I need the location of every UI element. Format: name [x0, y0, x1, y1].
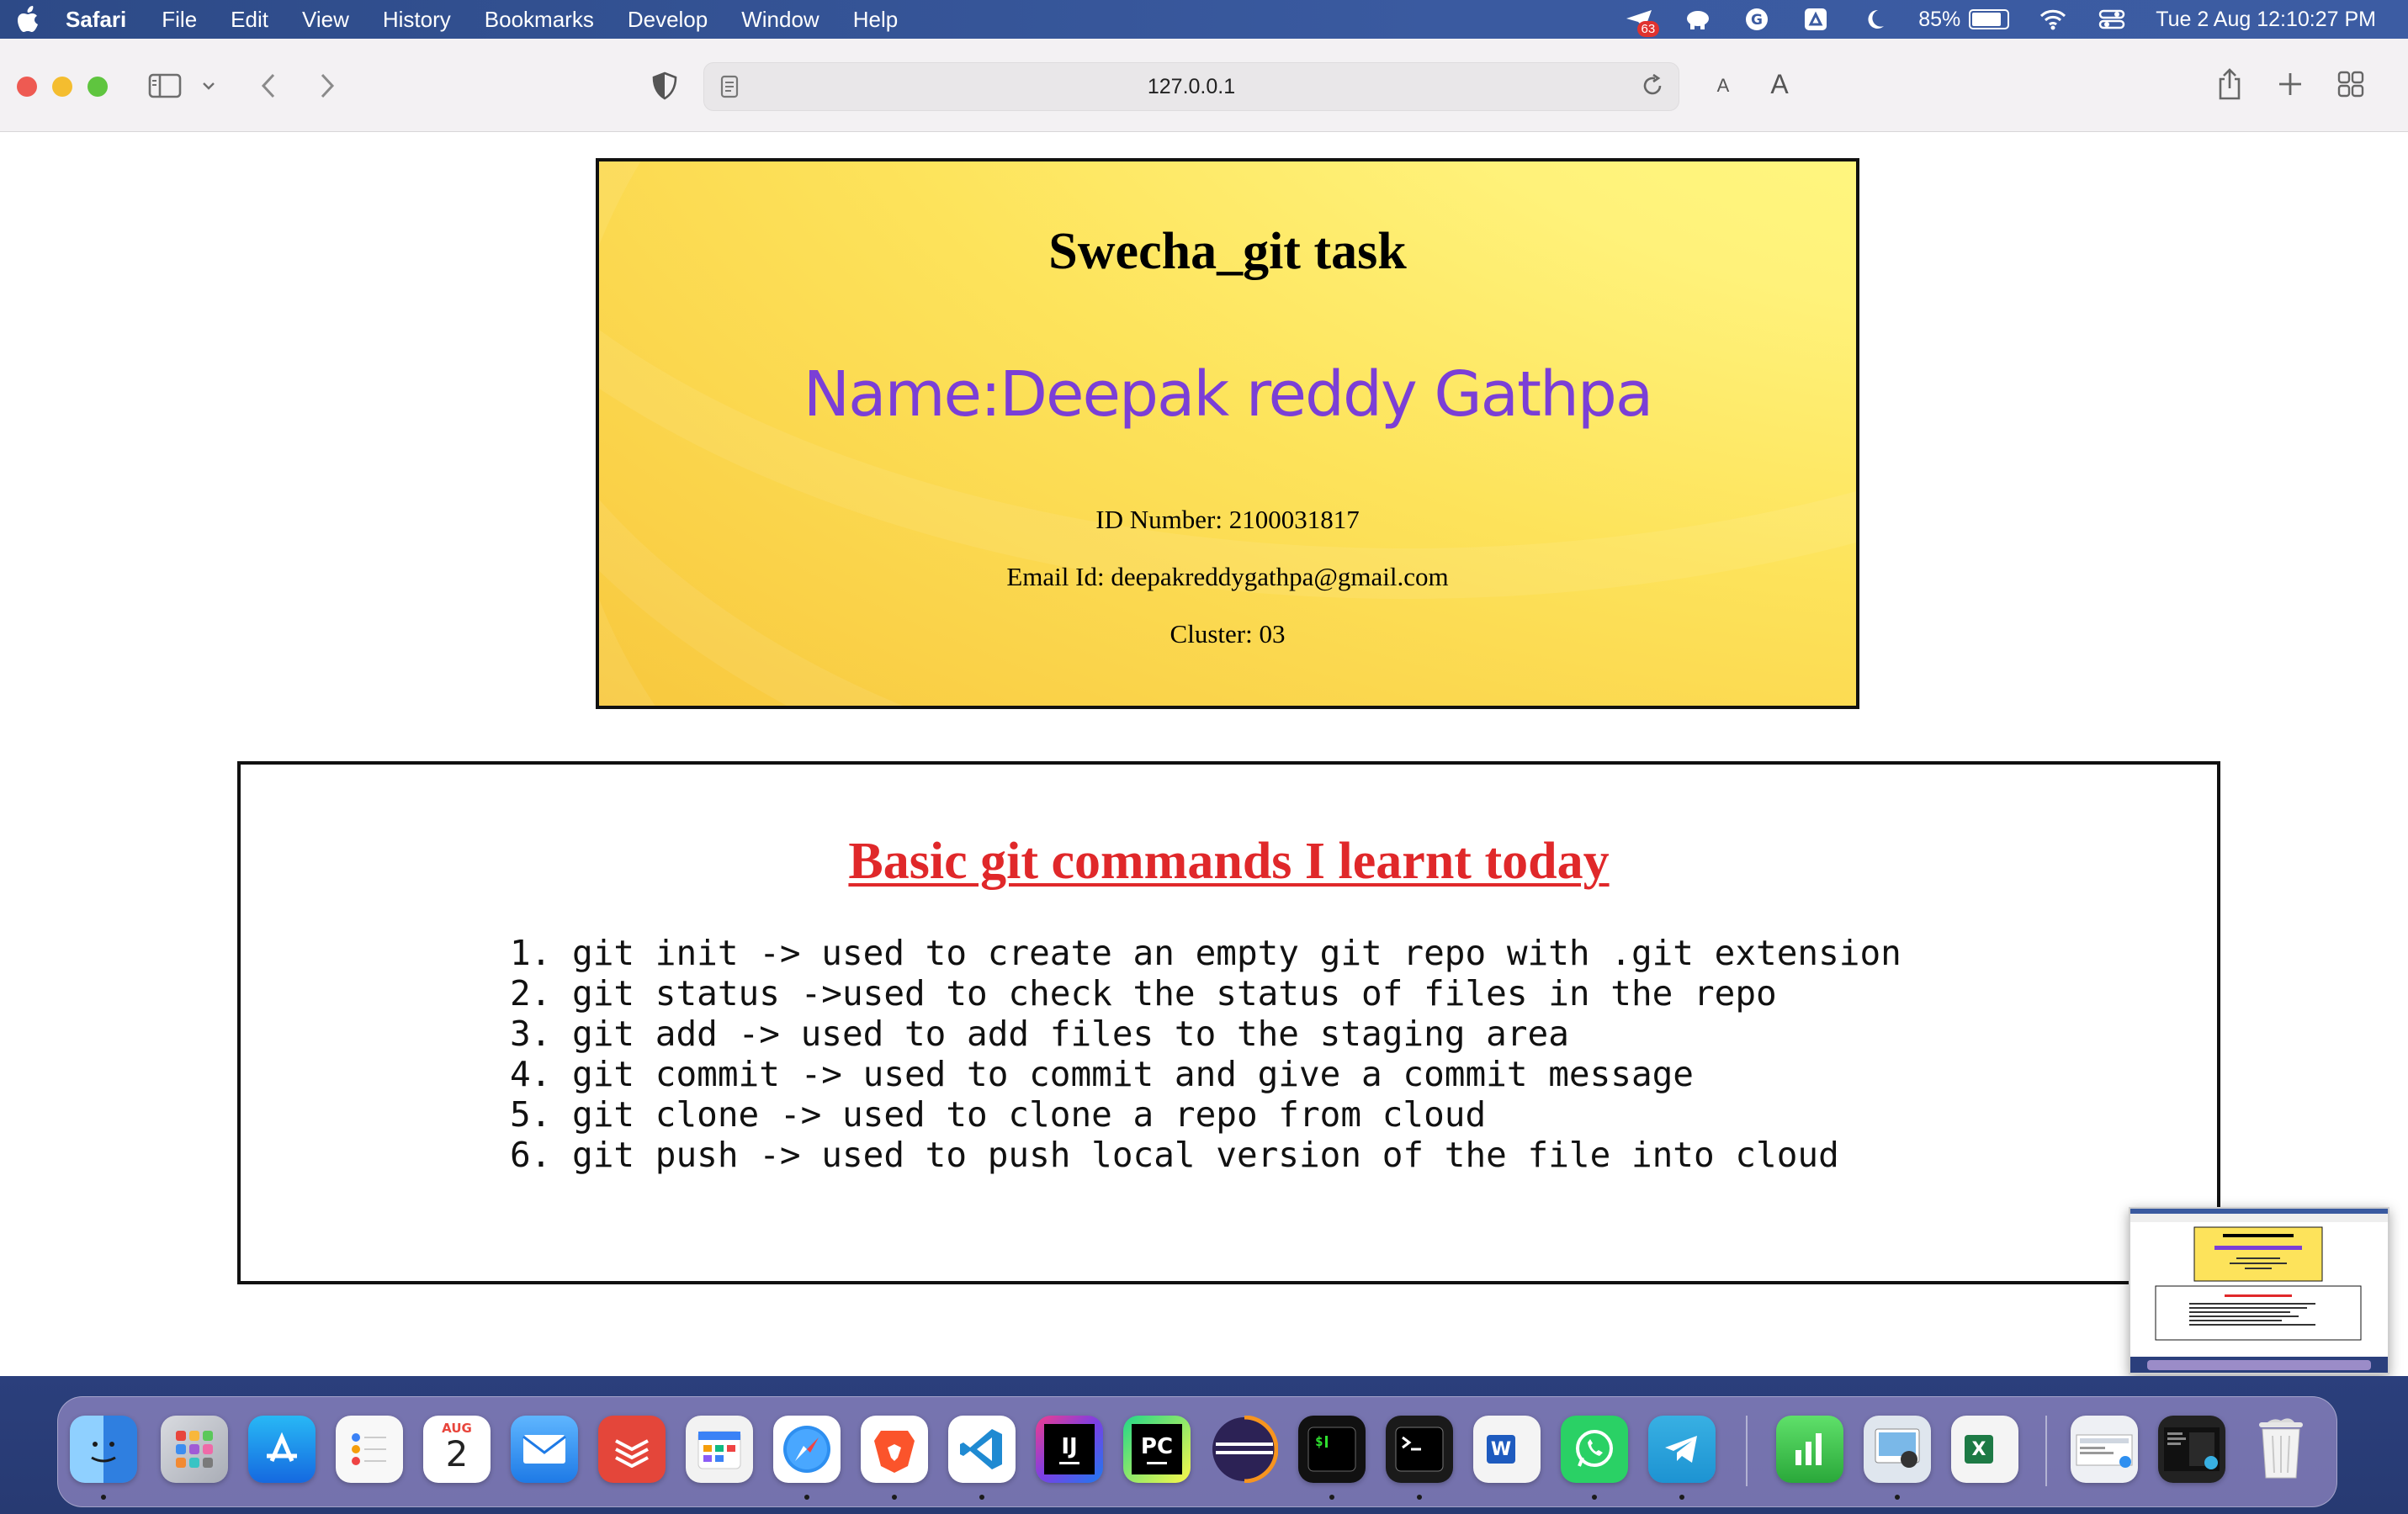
- vscode-icon[interactable]: [948, 1416, 1016, 1483]
- close-window-button[interactable]: [17, 77, 37, 97]
- dock: AUG 2 IJ PC $ W X: [57, 1396, 2337, 1507]
- commands-list: 1. git init -> used to create an empty g…: [510, 933, 1901, 1175]
- elephant-app-icon[interactable]: [1683, 7, 1713, 32]
- menubar-clock[interactable]: Tue 2 Aug 12:10:27 PM: [2156, 8, 2376, 32]
- commands-heading: Basic git commands I learnt today: [848, 833, 1610, 890]
- sidebar-toggle-icon[interactable]: [146, 69, 183, 103]
- privacy-shield-icon[interactable]: [648, 69, 682, 103]
- menu-bookmarks[interactable]: Bookmarks: [485, 7, 594, 33]
- screenshot-thumbnail[interactable]: [2129, 1207, 2389, 1374]
- student-name: Name:Deepak reddy Gathpa: [803, 358, 1654, 431]
- back-icon[interactable]: [254, 69, 283, 103]
- menu-develop[interactable]: Develop: [628, 7, 708, 33]
- tab-overview-icon[interactable]: [2336, 69, 2366, 99]
- commands-card: Basic git commands I learnt today 1. git…: [237, 761, 2220, 1284]
- preview-icon[interactable]: [1864, 1416, 1931, 1483]
- menu-app-safari[interactable]: Safari: [66, 7, 126, 33]
- share-icon[interactable]: [2213, 64, 2246, 104]
- word-label: W: [1487, 1435, 1515, 1464]
- grammarly-icon[interactable]: G: [1742, 7, 1772, 32]
- telegram-icon[interactable]: [1648, 1416, 1716, 1483]
- battery-percent: 85%: [1918, 7, 1961, 31]
- mail-icon[interactable]: [511, 1416, 578, 1483]
- svg-text:$: $: [1315, 1433, 1323, 1449]
- whatsapp-icon[interactable]: [1561, 1416, 1628, 1483]
- menu-bar: Safari File Edit View History Bookmarks …: [0, 0, 2408, 39]
- recent-window-icon[interactable]: [2158, 1416, 2225, 1483]
- launchpad-icon[interactable]: [161, 1416, 228, 1483]
- increase-font-button[interactable]: A: [1765, 67, 1794, 101]
- new-tab-icon[interactable]: [2275, 69, 2305, 99]
- battery-status[interactable]: 85%: [1918, 7, 2010, 32]
- reminders-icon[interactable]: [336, 1416, 403, 1483]
- command-item: 2. git status ->used to check the status…: [510, 973, 1777, 1014]
- calendar-grid-app-icon[interactable]: [686, 1416, 753, 1483]
- pycharm-icon[interactable]: PC: [1123, 1416, 1191, 1483]
- menu-edit[interactable]: Edit: [231, 7, 268, 33]
- intellij-label: IJ: [1061, 1433, 1078, 1459]
- header-card: Swecha_git task Name:Deepak reddy Gathpa…: [596, 158, 1859, 709]
- send-notification-icon[interactable]: 63: [1624, 7, 1660, 37]
- calendar-icon[interactable]: AUG 2: [423, 1416, 491, 1483]
- numbers-icon[interactable]: [1776, 1416, 1843, 1483]
- todoist-icon[interactable]: [598, 1416, 666, 1483]
- minimize-window-button[interactable]: [52, 77, 72, 97]
- command-item: 6. git push -> used to push local versio…: [510, 1135, 1839, 1175]
- pycharm-label: PC: [1140, 1433, 1174, 1459]
- url-text[interactable]: 127.0.0.1: [1148, 75, 1235, 99]
- trash-icon[interactable]: [2247, 1416, 2315, 1483]
- email-id: Email Id: deepakreddygathpa@gmail.com: [1006, 562, 1449, 591]
- safari-icon[interactable]: [773, 1416, 841, 1483]
- brave-browser-icon[interactable]: [861, 1416, 928, 1483]
- excel-label: X: [1965, 1435, 1993, 1464]
- reload-icon[interactable]: [1640, 73, 1665, 104]
- svg-text:G: G: [1751, 12, 1763, 29]
- command-item: 5. git clone -> used to clone a repo fro…: [510, 1094, 1487, 1135]
- finder-icon[interactable]: [70, 1416, 137, 1483]
- eclipse-icon[interactable]: [1211, 1416, 1278, 1483]
- notification-badge: 63: [1636, 21, 1660, 37]
- command-item: 1. git init -> used to create an empty g…: [510, 933, 1901, 973]
- microsoft-excel-icon[interactable]: X: [1951, 1416, 2018, 1483]
- drive-icon[interactable]: [1801, 7, 1831, 32]
- decrease-font-button[interactable]: A: [1713, 72, 1733, 99]
- page-icon: [719, 75, 740, 104]
- cluster: Cluster: 03: [1170, 619, 1286, 648]
- wifi-icon[interactable]: [2038, 7, 2068, 32]
- command-item: 4. git commit -> used to commit and give…: [510, 1054, 1694, 1094]
- command-item: 3. git add -> used to add files to the s…: [510, 1014, 1569, 1054]
- address-bar[interactable]: 127.0.0.1: [703, 62, 1679, 111]
- menu-history[interactable]: History: [383, 7, 451, 33]
- browser-window: 127.0.0.1 A A Swecha_git task Name:Deepa…: [0, 39, 2408, 1376]
- menu-file[interactable]: File: [162, 7, 197, 33]
- calendar-day: 2: [445, 1433, 469, 1474]
- menu-window[interactable]: Window: [741, 7, 819, 33]
- control-center-icon[interactable]: [2097, 7, 2127, 32]
- page-title: Swecha_git task: [1048, 223, 1407, 280]
- forward-icon[interactable]: [313, 69, 342, 103]
- id-number: ID Number: 2100031817: [1095, 505, 1360, 534]
- night-mode-icon[interactable]: [1859, 7, 1890, 32]
- menu-view[interactable]: View: [302, 7, 349, 33]
- page-content: Swecha_git task Name:Deepak reddy Gathpa…: [0, 132, 2408, 1376]
- terminal-icon[interactable]: [1386, 1416, 1453, 1483]
- zoom-window-button[interactable]: [88, 77, 108, 97]
- intellij-idea-icon[interactable]: IJ: [1036, 1416, 1103, 1483]
- apple-menu-icon[interactable]: [17, 5, 42, 34]
- browser-toolbar: 127.0.0.1 A A: [0, 39, 2408, 132]
- battery-icon: [1969, 9, 2010, 29]
- app-store-icon[interactable]: [248, 1416, 316, 1483]
- menu-help[interactable]: Help: [853, 7, 898, 33]
- microsoft-word-icon[interactable]: W: [1473, 1416, 1541, 1483]
- chevron-down-icon[interactable]: [199, 76, 219, 96]
- iterm-icon[interactable]: $: [1298, 1416, 1366, 1483]
- recent-screenshot-icon[interactable]: [2071, 1416, 2138, 1483]
